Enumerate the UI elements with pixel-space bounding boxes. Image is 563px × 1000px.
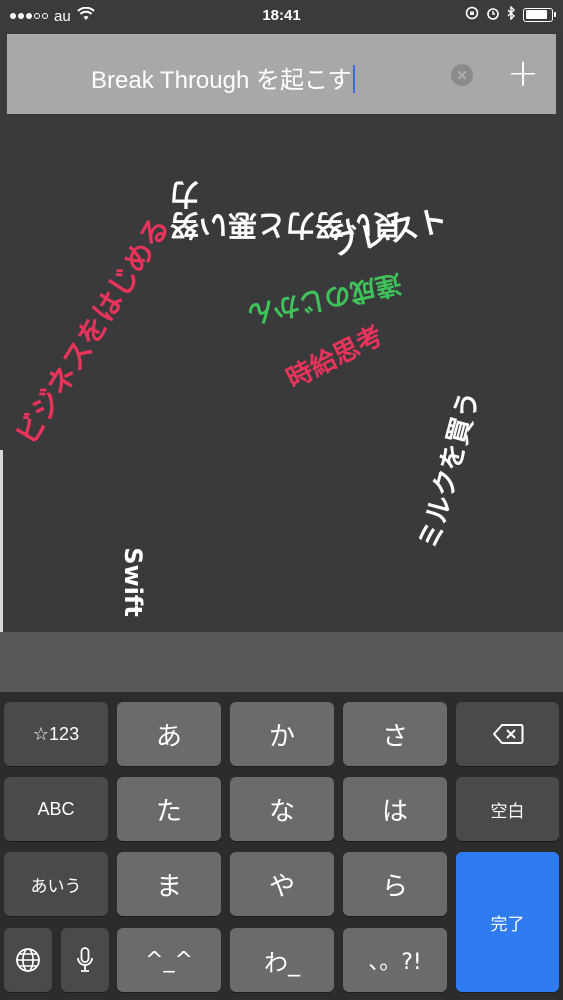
key-abc[interactable]: ABC bbox=[4, 777, 108, 841]
orientation-lock-icon bbox=[465, 6, 479, 23]
key-emoticon[interactable]: ^_^ bbox=[117, 928, 221, 992]
microphone-icon[interactable] bbox=[61, 928, 109, 992]
keyboard-candidate-bar[interactable] bbox=[0, 632, 563, 692]
battery-level bbox=[525, 10, 547, 19]
word-canvas[interactable]: ブレスト 良い努力と悪い努力 ビジネスをはじめる 達成のじかん 時給思考 ミルク… bbox=[0, 120, 563, 632]
key-ya[interactable]: や bbox=[230, 852, 334, 916]
key-ta[interactable]: た bbox=[117, 777, 221, 841]
globe-icon[interactable] bbox=[4, 928, 52, 992]
text-input-value: Break Through を起こす bbox=[91, 67, 352, 94]
key-na[interactable]: な bbox=[230, 777, 334, 841]
bluetooth-icon bbox=[507, 5, 516, 23]
done-button[interactable]: 完了 bbox=[456, 852, 559, 992]
battery-icon bbox=[523, 7, 556, 22]
key-numbers[interactable]: ☆123 bbox=[4, 702, 108, 766]
key-ma[interactable]: ま bbox=[117, 852, 221, 916]
alarm-icon bbox=[486, 6, 500, 23]
key-punctuation[interactable]: 、。?! bbox=[343, 928, 447, 992]
key-ra[interactable]: ら bbox=[343, 852, 447, 916]
status-right bbox=[465, 5, 556, 23]
text-input[interactable]: Break Through を起こす bbox=[91, 60, 355, 95]
add-button[interactable]: + bbox=[503, 54, 543, 94]
key-ka[interactable]: か bbox=[230, 702, 334, 766]
key-kana-mode[interactable]: あいう bbox=[4, 852, 108, 916]
word-item[interactable]: ビジネスをはじめる bbox=[9, 204, 181, 450]
keyboard: ☆123 あ か さ ABC た な は 空白 あいう ま や ら 完了 ^_^… bbox=[0, 692, 563, 1000]
backspace-icon[interactable] bbox=[456, 702, 559, 766]
word-item[interactable]: ミルクを買う bbox=[407, 386, 487, 553]
key-a[interactable]: あ bbox=[117, 702, 221, 766]
key-space[interactable]: 空白 bbox=[456, 777, 559, 841]
key-wa[interactable]: わ_ bbox=[230, 928, 334, 992]
word-item[interactable]: 達成のじかん bbox=[245, 266, 405, 335]
word-item[interactable]: 良い努力と悪い努力 bbox=[170, 177, 420, 242]
scroll-edge-line bbox=[0, 450, 3, 632]
word-item[interactable]: Swift bbox=[119, 547, 147, 617]
status-bar: au 18:41 bbox=[0, 0, 563, 32]
key-sa[interactable]: さ bbox=[343, 702, 447, 766]
key-ha[interactable]: は bbox=[343, 777, 447, 841]
text-input-bar[interactable]: Break Through を起こす × + bbox=[7, 34, 556, 114]
clear-icon[interactable]: × bbox=[451, 64, 473, 86]
text-cursor bbox=[352, 65, 355, 93]
word-item[interactable]: 時給思考 bbox=[279, 315, 388, 395]
